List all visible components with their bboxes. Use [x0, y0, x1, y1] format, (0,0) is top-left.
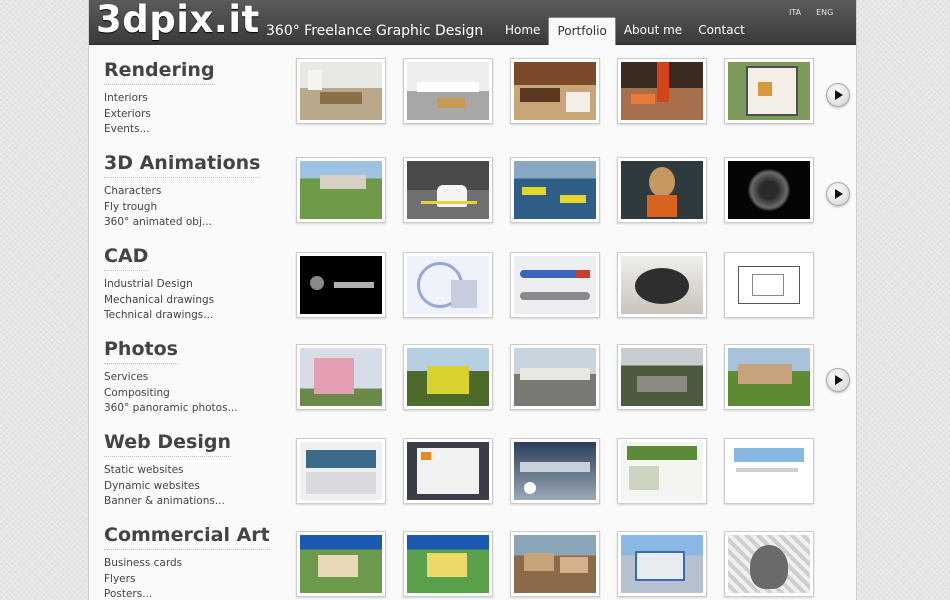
- section-rendering: Rendering Interiors Exteriors Events...: [89, 58, 856, 148]
- portfolio-thumbnail[interactable]: [510, 157, 600, 223]
- section-cad: CAD Industrial Design Mechanical drawing…: [89, 244, 856, 334]
- section-link[interactable]: Flyers: [104, 572, 182, 588]
- portfolio-thumbnail[interactable]: [617, 344, 707, 410]
- section-link[interactable]: Services: [104, 370, 238, 386]
- section-link[interactable]: Events...: [104, 122, 151, 138]
- site-logo[interactable]: 3dpix.it: [96, 0, 260, 42]
- section-link[interactable]: Technical drawings...: [104, 308, 214, 324]
- portfolio-thumbnail[interactable]: [403, 252, 493, 318]
- section-link[interactable]: Interiors: [104, 91, 151, 107]
- main-nav: Home Portfolio About me Contact: [497, 17, 753, 45]
- portfolio-thumbnail[interactable]: [296, 344, 386, 410]
- language-switcher: ITA ENG: [789, 8, 833, 17]
- portfolio-thumbnail[interactable]: [296, 252, 386, 318]
- section-link[interactable]: Posters...: [104, 587, 182, 600]
- portfolio-thumbnail[interactable]: [724, 531, 814, 597]
- section-web-design: Web Design Static websites Dynamic websi…: [89, 430, 856, 520]
- section-link[interactable]: Industrial Design: [104, 277, 214, 293]
- portfolio-thumbnail[interactable]: [510, 531, 600, 597]
- section-link[interactable]: 360° animated obj...: [104, 215, 212, 231]
- page: 3dpix.it 360° Freelance Graphic Design H…: [88, 0, 857, 600]
- portfolio-thumbnail[interactable]: [617, 531, 707, 597]
- section-links: Business cards Flyers Posters...: [104, 556, 182, 600]
- portfolio-thumbnail[interactable]: [403, 344, 493, 410]
- portfolio-thumbnail[interactable]: [617, 438, 707, 504]
- section-3d-animations: 3D Animations Characters Fly trough 360°…: [89, 151, 856, 241]
- portfolio-thumbnail[interactable]: [403, 438, 493, 504]
- portfolio-thumbnail[interactable]: [403, 531, 493, 597]
- next-arrow-icon[interactable]: [826, 368, 850, 392]
- section-link[interactable]: Mechanical drawings: [104, 293, 214, 309]
- section-links: Characters Fly trough 360° animated obj.…: [104, 184, 212, 231]
- portfolio-thumbnail[interactable]: [724, 344, 814, 410]
- portfolio-thumbnail[interactable]: [296, 157, 386, 223]
- section-link[interactable]: Characters: [104, 184, 212, 200]
- portfolio-thumbnail[interactable]: [510, 58, 600, 124]
- portfolio-thumbnail[interactable]: [510, 252, 600, 318]
- portfolio-thumbnail[interactable]: [617, 252, 707, 318]
- section-title[interactable]: Commercial Art: [104, 523, 270, 550]
- section-links: Interiors Exteriors Events...: [104, 91, 151, 138]
- portfolio-thumbnail[interactable]: [617, 58, 707, 124]
- section-title[interactable]: Photos: [104, 337, 178, 364]
- section-link[interactable]: Banner & animations...: [104, 494, 225, 510]
- next-arrow-icon[interactable]: [826, 182, 850, 206]
- section-title[interactable]: CAD: [104, 244, 149, 271]
- section-links: Static websites Dynamic websites Banner …: [104, 463, 225, 510]
- section-links: Industrial Design Mechanical drawings Te…: [104, 277, 214, 324]
- portfolio-thumbnail[interactable]: [724, 157, 814, 223]
- portfolio-thumbnail[interactable]: [403, 58, 493, 124]
- section-link[interactable]: Compositing: [104, 386, 238, 402]
- lang-ita[interactable]: ITA: [789, 8, 801, 17]
- portfolio-thumbnail[interactable]: [724, 252, 814, 318]
- section-link[interactable]: Dynamic websites: [104, 479, 225, 495]
- section-links: Services Compositing 360° panoramic phot…: [104, 370, 238, 417]
- section-photos: Photos Services Compositing 360° panoram…: [89, 337, 856, 427]
- portfolio-thumbnail[interactable]: [403, 157, 493, 223]
- nav-about-me[interactable]: About me: [616, 17, 690, 44]
- site-header: 3dpix.it 360° Freelance Graphic Design H…: [89, 0, 856, 45]
- nav-contact[interactable]: Contact: [690, 17, 753, 44]
- section-link[interactable]: 360° panoramic photos...: [104, 401, 238, 417]
- section-link[interactable]: Business cards: [104, 556, 182, 572]
- portfolio-thumbnail[interactable]: [510, 438, 600, 504]
- portfolio-thumbnail[interactable]: [296, 58, 386, 124]
- nav-portfolio[interactable]: Portfolio: [548, 17, 616, 45]
- section-link[interactable]: Fly trough: [104, 200, 212, 216]
- section-commercial-art: Commercial Art Business cards Flyers Pos…: [89, 523, 856, 600]
- portfolio-thumbnail[interactable]: [510, 344, 600, 410]
- portfolio-thumbnail[interactable]: [296, 531, 386, 597]
- portfolio-thumbnail[interactable]: [724, 438, 814, 504]
- section-link[interactable]: Exteriors: [104, 107, 151, 123]
- nav-home[interactable]: Home: [497, 17, 548, 44]
- section-title[interactable]: Web Design: [104, 430, 231, 457]
- section-title[interactable]: Rendering: [104, 58, 215, 85]
- portfolio-thumbnail[interactable]: [724, 58, 814, 124]
- section-link[interactable]: Static websites: [104, 463, 225, 479]
- lang-eng[interactable]: ENG: [816, 8, 833, 17]
- portfolio-thumbnail[interactable]: [617, 157, 707, 223]
- section-title[interactable]: 3D Animations: [104, 151, 261, 178]
- portfolio-thumbnail[interactable]: [296, 438, 386, 504]
- next-arrow-icon[interactable]: [826, 83, 850, 107]
- site-tagline: 360° Freelance Graphic Design: [266, 23, 484, 39]
